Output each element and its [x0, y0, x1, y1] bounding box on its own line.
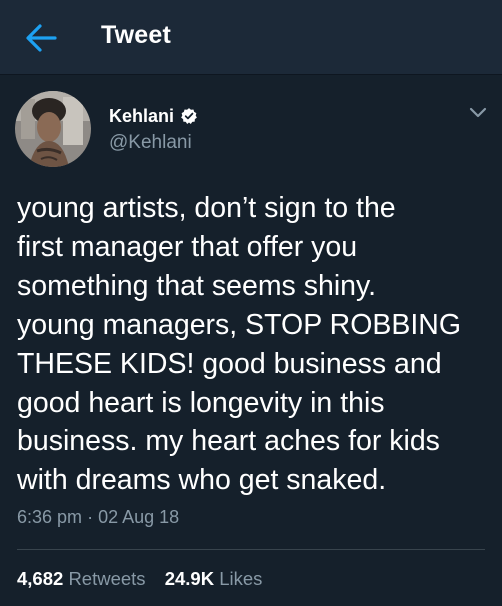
tweet-text: young artists, don’t sign to the first m… [17, 189, 493, 500]
page-title: Tweet [101, 21, 171, 49]
retweets-stat[interactable]: 4,682 Retweets [17, 568, 151, 589]
tweet-time: 6:36 pm [17, 507, 83, 527]
author-row: Kehlani [109, 104, 198, 128]
tweet-text-line: good heart is longevity in this [17, 386, 385, 419]
likes-count: 24.9K [164, 568, 215, 589]
divider [17, 549, 485, 550]
author-handle[interactable]: @Kehlani [109, 132, 192, 154]
tweet-text-line: THESE KIDS! good business and [17, 347, 442, 380]
top-bar: Tweet [0, 0, 502, 75]
verified-badge-icon [181, 108, 197, 124]
tweet-text-line: young artists, don’t sign to the [17, 192, 396, 224]
likes-stat[interactable]: 24.9K Likes [165, 568, 263, 589]
meta-separator: · [87, 507, 94, 527]
likes-label: Likes [219, 568, 263, 589]
tweet-text-line: young managers, STOP ROBBING [17, 308, 462, 341]
tweet-text-line: first manager that offer you [17, 230, 358, 263]
tweet-text-line: business. my heart aches for kids [17, 425, 440, 458]
tweet-text-line: with dreams who get snaked. [17, 464, 387, 497]
retweets-label: Retweets [68, 568, 146, 589]
tweet-text-line: something that seems shiny. [17, 269, 377, 302]
tweet-stats: 4,682 Retweets 24.9K Likes [17, 568, 262, 590]
display-name[interactable]: Kehlani [109, 106, 174, 127]
arrow-left-icon[interactable] [24, 22, 58, 54]
tweet-timestamp[interactable]: 6:36 pm · 02 Aug 18 [17, 507, 179, 528]
retweets-count: 4,682 [17, 568, 64, 589]
chevron-down-icon[interactable] [468, 105, 488, 119]
tweet-date: 02 Aug 18 [98, 507, 180, 527]
avatar[interactable] [15, 91, 91, 167]
